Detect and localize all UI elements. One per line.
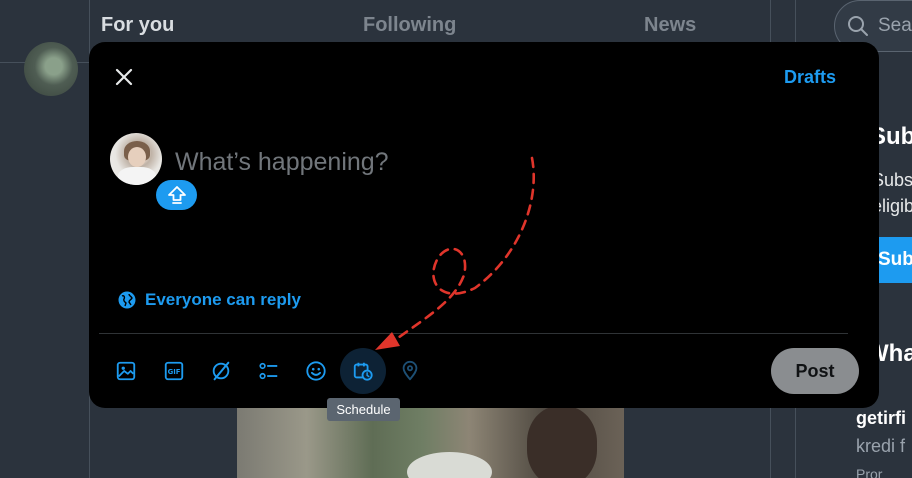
- location-icon: [402, 360, 418, 381]
- tab-following[interactable]: Following: [363, 14, 456, 37]
- close-button[interactable]: [109, 62, 139, 92]
- grok-button[interactable]: [198, 348, 244, 394]
- media-person: [527, 406, 597, 478]
- trend-account-sub: kredi f: [856, 436, 906, 456]
- avatar-body: [118, 167, 156, 185]
- compose-divider: [99, 333, 848, 334]
- gif-icon: GIF: [164, 361, 184, 381]
- boost-button[interactable]: [156, 180, 197, 210]
- search-placeholder: Sea: [878, 15, 912, 36]
- poll-icon: [259, 362, 278, 380]
- media-icon: [116, 361, 136, 381]
- compose-modal: Drafts Everyone can reply: [89, 42, 879, 408]
- schedule-icon: [353, 362, 373, 381]
- avatar[interactable]: [110, 133, 162, 185]
- compose-textarea[interactable]: [175, 142, 775, 182]
- tab-news[interactable]: News: [644, 14, 696, 37]
- schedule-button[interactable]: [340, 348, 386, 394]
- emoji-button[interactable]: [293, 348, 339, 394]
- timeline-avatar[interactable]: [24, 42, 78, 96]
- globe-icon: [118, 291, 136, 309]
- svg-text:GIF: GIF: [168, 368, 181, 376]
- reply-setting-button[interactable]: Everyone can reply: [117, 290, 301, 310]
- post-button[interactable]: Post: [771, 348, 859, 394]
- tab-for-you[interactable]: For you: [101, 14, 174, 37]
- grok-icon: [212, 361, 230, 381]
- reply-setting-label: Everyone can reply: [145, 290, 301, 309]
- location-button[interactable]: [387, 348, 433, 394]
- media-button[interactable]: [103, 348, 149, 394]
- schedule-tooltip: Schedule: [327, 398, 400, 421]
- close-icon: [115, 68, 133, 86]
- gif-button[interactable]: GIF: [151, 348, 197, 394]
- avatar-face: [128, 147, 146, 167]
- search-icon: [846, 14, 870, 38]
- promoted-label: Pror: [856, 466, 883, 478]
- poll-button[interactable]: [246, 348, 292, 394]
- drafts-button[interactable]: Drafts: [784, 67, 836, 88]
- trend-account-name[interactable]: getirfi: [856, 408, 906, 429]
- post-media-image[interactable]: [237, 400, 624, 478]
- media-bowl: [407, 452, 492, 478]
- emoji-icon: [306, 361, 326, 381]
- arrow-up-icon: [167, 186, 186, 204]
